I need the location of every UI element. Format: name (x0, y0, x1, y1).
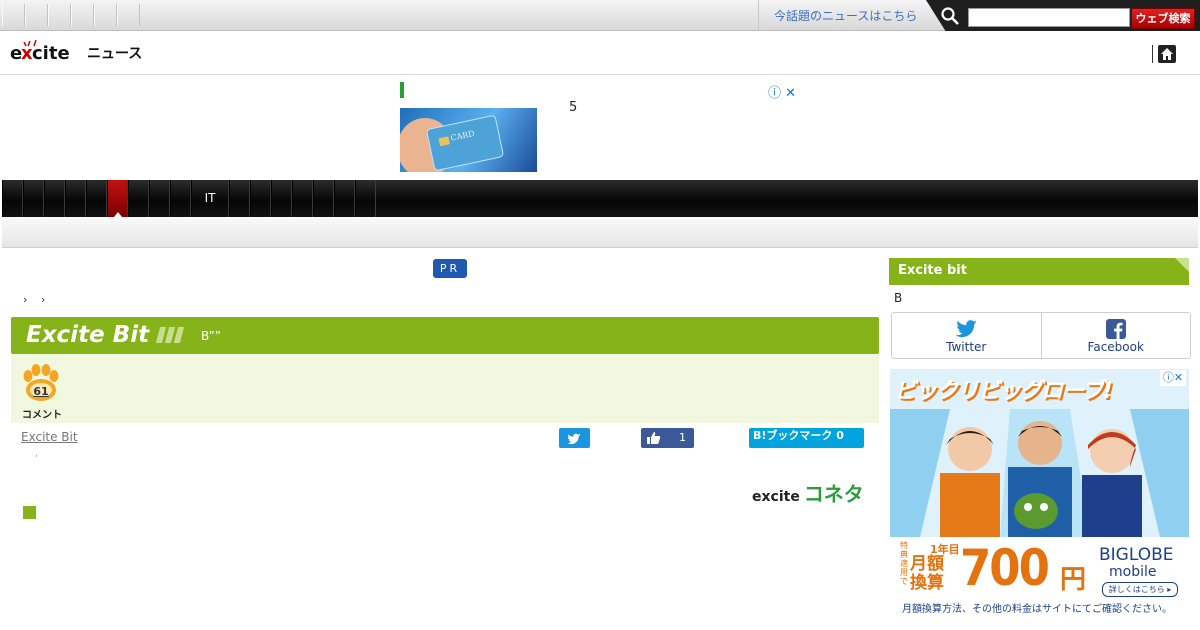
nav-item[interactable] (250, 180, 271, 217)
comment-box: 61 コメント (11, 354, 879, 423)
service-tab[interactable] (2, 4, 25, 26)
credit-card-ad-image[interactable]: CARD (400, 108, 537, 172)
twitter-bird-icon (955, 320, 977, 338)
ad-yen: 円 (1060, 565, 1087, 595)
adchoices-icon[interactable]: ⓘ✕ (1160, 370, 1186, 386)
top-service-tabs (2, 4, 140, 28)
section-subtitle: B”” (201, 329, 222, 343)
comment-label[interactable]: コメント (22, 406, 62, 421)
nav-item[interactable] (23, 180, 44, 217)
svg-text:ニュース: ニュース (87, 46, 142, 62)
excite-news-logo[interactable]: e x cite ニュース (10, 37, 145, 69)
sidebar-corner (1175, 258, 1189, 272)
nav-item[interactable] (355, 180, 376, 217)
nav-item-it[interactable]: IT (191, 180, 229, 217)
header-logo-row: e x cite ニュース (0, 31, 1200, 75)
nav-item[interactable] (229, 180, 250, 217)
top-banner-ad[interactable]: CARD 5 ⓘ ✕ (400, 82, 800, 174)
biglobe-logo: BIGLOBE (1099, 545, 1174, 565)
twitter-follow[interactable]: Twitter (892, 313, 1041, 358)
twitter-label: Twitter (946, 340, 987, 354)
nav-item-active[interactable] (107, 180, 128, 217)
facebook-label: Facebook (1087, 340, 1144, 354)
service-tab[interactable] (117, 4, 140, 26)
ad-note: 特典適用で (900, 541, 908, 586)
comment-count[interactable]: 61 (30, 385, 52, 398)
nav-item[interactable] (170, 180, 191, 217)
biglobe-mobile-text: mobile (1109, 564, 1157, 580)
ad-fine-print: 月額換算方法、その他の料金はサイトにてご確認ください。 (902, 604, 1172, 615)
trending-news-link[interactable]: 今話題のニュースはこちら (774, 7, 917, 24)
nav-item[interactable] (292, 180, 313, 217)
service-tab[interactable] (71, 4, 94, 26)
thumbs-up-icon (647, 432, 661, 444)
social-follow-box: Twitter Facebook (891, 312, 1191, 359)
home-icon (1161, 48, 1173, 60)
tweet-button[interactable] (559, 428, 590, 448)
nav-item[interactable] (2, 180, 23, 217)
green-square-bullet (23, 506, 36, 519)
koneta-text: コネタ (803, 482, 864, 506)
hatena-bookmark-button[interactable]: B!ブックマーク 0 (749, 428, 864, 448)
section-title: Excite Bit (26, 322, 150, 348)
web-search-button[interactable]: ウェブ検索 (1131, 8, 1195, 29)
like-count: 1 (679, 431, 686, 444)
nav-item[interactable] (44, 180, 65, 217)
section-stripes-icon (155, 327, 185, 343)
nav-item[interactable] (128, 180, 149, 217)
svg-text:cite: cite (32, 43, 70, 64)
facebook-follow[interactable]: Facebook (1040, 313, 1191, 358)
nav-item[interactable] (271, 180, 292, 217)
ad-details-button[interactable]: 詳しくはこちら ▸ (1102, 582, 1178, 597)
sidebar-title: Excite bit (898, 263, 967, 278)
nav-item[interactable] (334, 180, 355, 217)
facebook-like-button[interactable]: 1 (641, 428, 694, 448)
ad-headline: ビックリビッグローブ! (894, 379, 1113, 404)
excite-koneta-logo[interactable]: excite コネタ (752, 478, 864, 507)
nav-item[interactable] (65, 180, 86, 217)
category-nav: IT (2, 180, 1198, 217)
ad-marker (400, 82, 404, 98)
nav-item[interactable] (86, 180, 107, 217)
source-link[interactable]: Excite Bit (21, 430, 78, 444)
nav-item[interactable] (149, 180, 170, 217)
section-header: Excite Bit B”” (11, 317, 879, 354)
pr-badge: PR (433, 259, 467, 278)
ad-number: 5 (569, 100, 578, 115)
nav-item[interactable] (313, 180, 334, 217)
byline-dot: · (35, 452, 38, 462)
sidebar-text: B (894, 291, 903, 305)
adchoices-close-icon[interactable]: ⓘ ✕ (768, 82, 796, 101)
header-divider (1152, 45, 1153, 63)
ad-price: 700 (960, 539, 1050, 597)
web-search-bar: ウェブ検索 (926, 0, 1200, 35)
search-icon (941, 7, 959, 25)
ad-people-image (890, 409, 1189, 537)
ad-monthly-label: 月額換算 (910, 554, 944, 593)
biglobe-sidebar-ad[interactable]: ビックリビッグローブ! ⓘ✕ 特典適用で 1年目 月額換算 700 円 BIGL… (890, 369, 1189, 619)
breadcrumb[interactable]: › › (23, 293, 45, 306)
service-tab[interactable] (25, 4, 48, 26)
trending-news-area: 今話題のニュースはこちら (758, 0, 931, 30)
ad-offer-panel: 特典適用で 1年目 月額換算 700 円 BIGLOBE mobile 詳しくは… (890, 537, 1189, 619)
twitter-icon (567, 433, 580, 445)
facebook-icon (1105, 319, 1126, 339)
service-tab[interactable] (94, 4, 117, 26)
service-tab[interactable] (48, 4, 71, 26)
koneta-excite-text: excite (752, 489, 800, 505)
web-search-input[interactable] (968, 8, 1130, 27)
sidebar-header: Excite bit (889, 258, 1189, 285)
home-button[interactable] (1158, 45, 1176, 63)
top-utility-bar: 今話題のニュースはこちら ウェブ検索 (0, 0, 1200, 35)
sub-nav-bar (2, 217, 1198, 248)
excite-logo-icon: e x cite ニュース (10, 39, 142, 64)
